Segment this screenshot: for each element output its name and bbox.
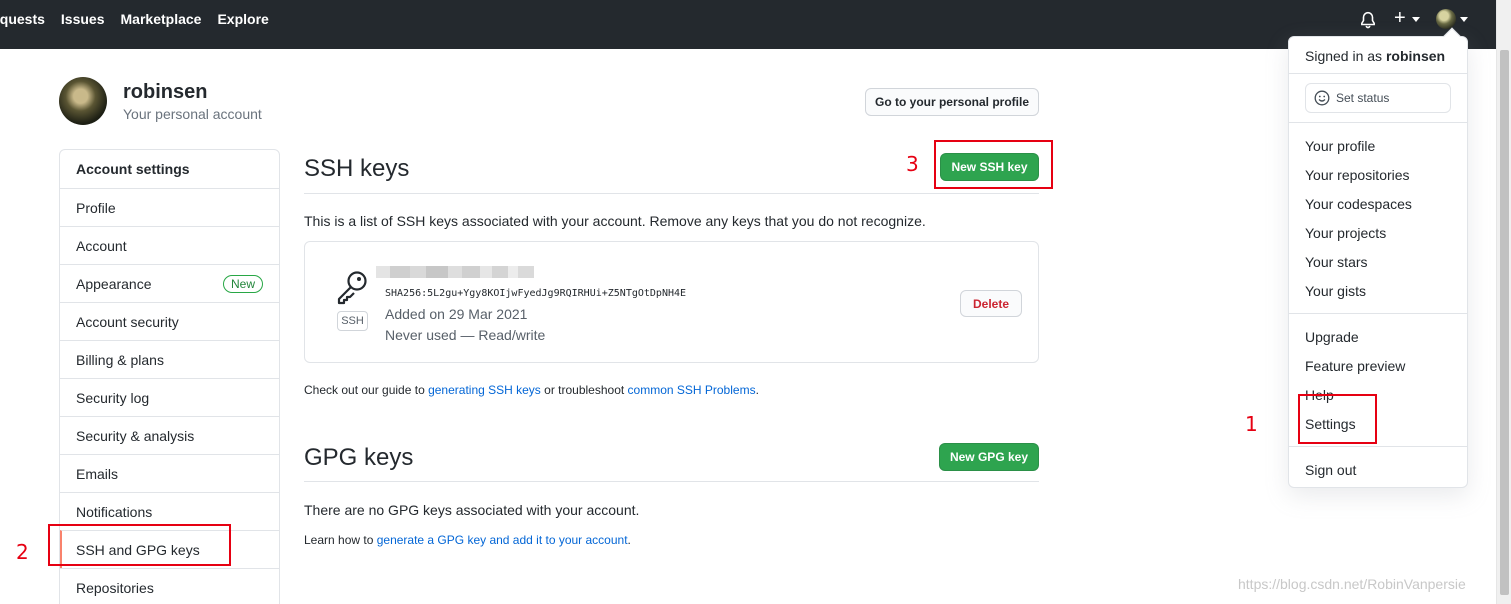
gpg-empty-text: There are no GPG keys associated with yo… <box>304 502 640 518</box>
sidebar-item-repositories[interactable]: Repositories <box>60 568 279 604</box>
nav-pull-requests[interactable]: equests <box>0 11 45 27</box>
key-icon <box>337 271 367 305</box>
menu-your-codespaces[interactable]: Your codespaces <box>1305 196 1412 212</box>
generating-ssh-keys-link[interactable]: generating SSH keys <box>428 383 541 397</box>
menu-your-repositories[interactable]: Your repositories <box>1305 167 1410 183</box>
ssh-type-label: SSH <box>337 311 368 331</box>
annotation-box-step1 <box>1298 394 1377 444</box>
smiley-icon <box>1314 90 1330 106</box>
nav-marketplace[interactable]: Marketplace <box>121 11 202 27</box>
annotation-box-step2 <box>48 524 231 566</box>
annotation-step3: 3 <box>906 152 919 176</box>
profile-avatar[interactable] <box>59 77 107 125</box>
ssh-key-fingerprint: SHA256:5L2gu+Ygy8KOIjwFyedJg9RQIRHUi+Z5N… <box>385 288 687 299</box>
divider <box>1289 446 1467 447</box>
ssh-guide-text: Check out our guide to generating SSH ke… <box>304 383 759 397</box>
menu-your-gists[interactable]: Your gists <box>1305 283 1366 299</box>
header-bar: equests Issues Marketplace Explore + <box>0 0 1496 49</box>
menu-your-stars[interactable]: Your stars <box>1305 254 1368 270</box>
annotation-box-step3 <box>934 140 1053 189</box>
ssh-key-card <box>304 241 1039 363</box>
generate-gpg-key-link[interactable]: generate a GPG key and add it to your ac… <box>377 533 628 547</box>
profile-username[interactable]: robinsen <box>123 81 207 104</box>
sidebar-item-security-analysis[interactable]: Security & analysis <box>60 416 279 454</box>
profile-subtitle: Your personal account <box>123 106 262 122</box>
go-to-profile-button[interactable]: Go to your personal profile <box>865 88 1039 116</box>
sidebar-item-account[interactable]: Account <box>60 226 279 264</box>
plus-icon[interactable]: + <box>1394 8 1406 28</box>
menu-upgrade[interactable]: Upgrade <box>1305 329 1359 345</box>
sidebar-item-profile[interactable]: Profile <box>60 188 279 226</box>
ssh-key-usage: Never used — Read/write <box>385 327 546 343</box>
avatar[interactable] <box>1436 9 1456 29</box>
annotation-step2: 2 <box>16 540 29 564</box>
bell-icon[interactable] <box>1359 11 1377 29</box>
divider <box>1289 313 1467 314</box>
divider <box>1289 122 1467 123</box>
menu-feature-preview[interactable]: Feature preview <box>1305 358 1405 374</box>
divider <box>304 193 1039 194</box>
delete-key-button[interactable]: Delete <box>960 290 1022 317</box>
divider <box>1289 73 1467 74</box>
chevron-down-icon[interactable] <box>1412 17 1420 22</box>
menu-your-profile[interactable]: Your profile <box>1305 138 1375 154</box>
menu-sign-out[interactable]: Sign out <box>1305 462 1356 478</box>
gpg-learn-text: Learn how to generate a GPG key and add … <box>304 533 631 547</box>
watermark: https://blog.csdn.net/RobinVanpersie <box>1238 576 1466 592</box>
scrollbar[interactable] <box>1496 0 1511 604</box>
scrollbar-thumb[interactable] <box>1500 50 1509 595</box>
ssh-keys-title: SSH keys <box>304 155 410 182</box>
redacted-key-title <box>376 266 534 278</box>
sidebar-item-billing[interactable]: Billing & plans <box>60 340 279 378</box>
sidebar-item-security-log[interactable]: Security log <box>60 378 279 416</box>
sidebar-item-appearance[interactable]: Appearance New <box>60 264 279 302</box>
nav-issues[interactable]: Issues <box>61 11 105 27</box>
divider <box>304 481 1039 482</box>
annotation-step1: 1 <box>1245 412 1258 436</box>
set-status-button[interactable]: Set status <box>1305 83 1451 113</box>
chevron-down-icon[interactable] <box>1460 17 1468 22</box>
ssh-intro-text: This is a list of SSH keys associated wi… <box>304 213 926 229</box>
nav-explore[interactable]: Explore <box>217 11 268 27</box>
sidebar-item-account-security[interactable]: Account security <box>60 302 279 340</box>
gpg-keys-title: GPG keys <box>304 444 414 471</box>
ssh-key-added-date: Added on 29 Mar 2021 <box>385 306 528 322</box>
sidebar-item-emails[interactable]: Emails <box>60 454 279 492</box>
top-nav: equests Issues Marketplace Explore <box>0 11 269 27</box>
common-ssh-problems-link[interactable]: common SSH Problems <box>628 383 756 397</box>
new-badge: New <box>222 274 263 293</box>
signed-in-as: Signed in as robinsen <box>1305 48 1446 64</box>
sidebar-heading: Account settings <box>76 161 190 177</box>
menu-your-projects[interactable]: Your projects <box>1305 225 1386 241</box>
new-gpg-key-button[interactable]: New GPG key <box>939 443 1039 471</box>
